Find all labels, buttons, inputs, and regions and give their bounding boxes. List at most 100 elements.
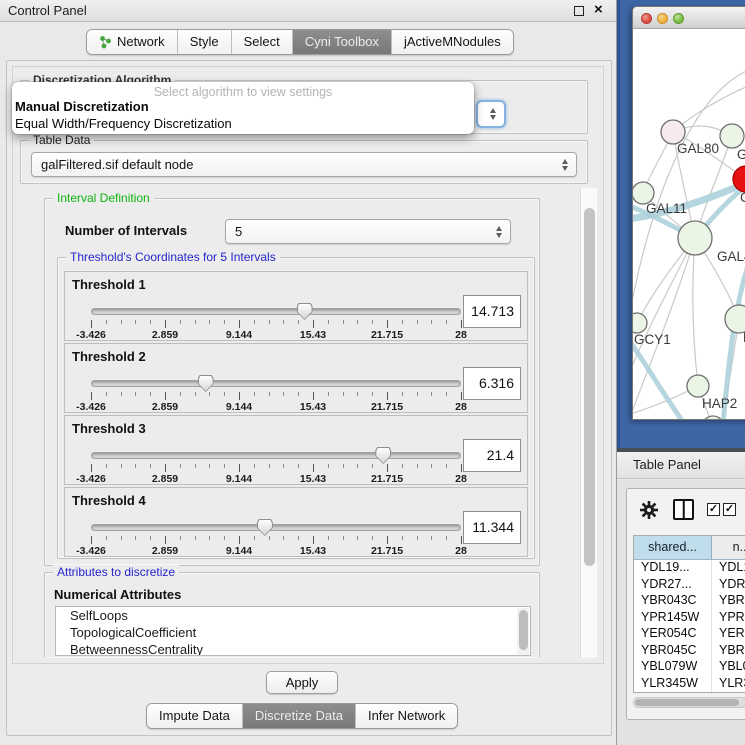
table-cell[interactable]: YLR345W (634, 676, 712, 693)
tab-select[interactable]: Select (231, 30, 292, 54)
algorithm-option-manual[interactable]: Manual Discretization (12, 99, 474, 116)
table-cell[interactable]: YDL1... (712, 560, 745, 577)
network-icon (99, 35, 112, 49)
threshold-value-field[interactable]: 11.344 (463, 511, 521, 544)
slider-track[interactable] (91, 524, 461, 531)
tab-network[interactable]: Network (87, 30, 177, 54)
table-cell[interactable]: YBR045C (634, 643, 712, 660)
network-window[interactable]: GAL80GACGAL11GAL4GCY1HHAP2 (632, 6, 745, 420)
checkbox-icon[interactable]: ✓ (723, 503, 736, 516)
slider-thumb[interactable] (257, 519, 273, 536)
slider-track[interactable] (91, 452, 461, 459)
scale-tick-label: 28 (455, 545, 467, 557)
network-node[interactable] (702, 416, 724, 420)
threshold-value-field[interactable]: 6.316 (463, 367, 521, 400)
tab-infer-network[interactable]: Infer Network (355, 704, 457, 728)
slider-track[interactable] (91, 380, 461, 387)
network-node[interactable] (725, 305, 745, 333)
control-panel-titlebar[interactable]: Control Panel × (0, 0, 616, 22)
threshold-slider[interactable]: -3.4262.8599.14415.4321.71528 (91, 308, 461, 340)
vertical-scrollbar[interactable] (580, 188, 597, 658)
table-row[interactable]: YPR145W YPR1... (634, 610, 745, 627)
number-of-intervals-combo[interactable]: 5 (225, 219, 511, 244)
table-cell[interactable]: YBR0... (712, 643, 745, 660)
vertical-scrollbar-thumb[interactable] (584, 208, 595, 566)
columns-icon[interactable] (673, 499, 694, 520)
horizontal-scrollbar[interactable] (633, 697, 745, 708)
threshold-value-field[interactable]: 21.4 (463, 439, 521, 472)
slider-thumb[interactable] (198, 375, 214, 392)
scale-tick-label: -3.426 (76, 545, 106, 557)
table-cell[interactable]: YIL0... (712, 692, 745, 693)
table-row[interactable]: YIL052C YIL0... (634, 692, 745, 693)
network-canvas[interactable]: GAL80GACGAL11GAL4GCY1HHAP2 (633, 29, 745, 420)
threshold-slider[interactable]: -3.4262.8599.14415.4321.71528 (91, 524, 461, 556)
attributes-scrollbar-thumb[interactable] (519, 610, 528, 650)
network-node[interactable] (687, 375, 709, 397)
table-row[interactable]: YBR043C YBR0... (634, 593, 745, 610)
attribute-item[interactable]: SelfLoops (56, 607, 530, 624)
table-row[interactable]: YBL079W YBL0... (634, 659, 745, 676)
table-panel-header[interactable]: Table Panel (617, 452, 745, 479)
table-row[interactable]: YER054C YER0... (634, 626, 745, 643)
numerical-attributes-list[interactable]: SelfLoopsTopologicalCoefficientBetweenne… (55, 606, 531, 656)
network-node-label: HAP2 (702, 396, 737, 411)
column-header-shared-name[interactable]: shared... (634, 536, 712, 559)
close-traffic-light-icon[interactable] (641, 13, 652, 24)
algorithm-hint: Select algorithm to view settings (12, 82, 474, 99)
table-cell[interactable]: YPR145W (634, 610, 712, 627)
scale-tick-label: 9.144 (226, 473, 252, 485)
table-cell[interactable]: YBR0... (712, 593, 745, 610)
table-cell[interactable]: YDR2... (712, 577, 745, 594)
threshold-value-field[interactable]: 14.713 (463, 295, 521, 328)
table-row[interactable]: YBR045C YBR0... (634, 643, 745, 660)
horizontal-scrollbar-thumb[interactable] (635, 699, 739, 706)
algorithm-option-equal-width[interactable]: Equal Width/Frequency Discretization (12, 116, 474, 133)
table-cell[interactable]: YBL079W (634, 659, 712, 676)
algorithm-combo-fragment[interactable] (476, 100, 506, 128)
threshold-slider[interactable]: -3.4262.8599.14415.4321.71528 (91, 452, 461, 484)
slider-track[interactable] (91, 308, 461, 315)
slider-scale-labels: -3.4262.8599.14415.4321.71528 (91, 401, 461, 413)
scale-tick-label: 28 (455, 401, 467, 413)
table-cell[interactable]: YDR27... (634, 577, 712, 594)
table-cell[interactable]: YDL19... (634, 560, 712, 577)
checkbox-icon[interactable]: ✓ (707, 503, 720, 516)
slider-thumb[interactable] (297, 303, 313, 320)
attributes-scrollbar[interactable] (517, 608, 529, 656)
table-cell[interactable]: YBL0... (712, 659, 745, 676)
table-row[interactable]: YDL19... YDL1... (634, 560, 745, 577)
top-tab-bar: Network Style Select Cyni Toolbox jActiv… (86, 29, 514, 55)
tab-impute-data[interactable]: Impute Data (147, 704, 242, 728)
table-cell[interactable]: YPR1... (712, 610, 745, 627)
table-data-combo-value: galFiltered.sif default node (41, 157, 193, 172)
slider-thumb[interactable] (375, 447, 391, 464)
table-row[interactable]: YLR345W YLR3... (634, 676, 745, 693)
table-data-combo[interactable]: galFiltered.sif default node (31, 152, 577, 177)
close-icon[interactable]: × (594, 1, 603, 18)
network-node[interactable] (720, 124, 744, 148)
threshold-slider[interactable]: -3.4262.8599.14415.4321.71528 (91, 380, 461, 412)
table-cell[interactable]: YER054C (634, 626, 712, 643)
minimize-traffic-light-icon[interactable] (657, 13, 668, 24)
tab-style[interactable]: Style (177, 30, 231, 54)
tab-discretize-data[interactable]: Discretize Data (242, 704, 355, 728)
attribute-item[interactable]: BetweennessCentrality (56, 641, 530, 656)
network-node[interactable] (678, 221, 712, 255)
table-cell[interactable]: YLR3... (712, 676, 745, 693)
tab-cyni-toolbox[interactable]: Cyni Toolbox (292, 30, 391, 54)
float-window-icon[interactable] (574, 6, 584, 16)
table-cell[interactable]: YER0... (712, 626, 745, 643)
apply-button[interactable]: Apply (266, 671, 338, 694)
tab-jactivemnodules[interactable]: jActiveMNodules (391, 30, 513, 54)
gear-icon[interactable] (639, 500, 659, 520)
attribute-item[interactable]: TopologicalCoefficient (56, 624, 530, 641)
zoom-traffic-light-icon[interactable] (673, 13, 684, 24)
network-node[interactable] (633, 313, 647, 333)
network-window-titlebar[interactable] (633, 7, 745, 29)
column-header-name[interactable]: n... (712, 536, 745, 559)
table-cell[interactable]: YBR043C (634, 593, 712, 610)
window-title: Control Panel (8, 3, 87, 18)
table-row[interactable]: YDR27... YDR2... (634, 577, 745, 594)
table-cell[interactable]: YIL052C (634, 692, 712, 693)
